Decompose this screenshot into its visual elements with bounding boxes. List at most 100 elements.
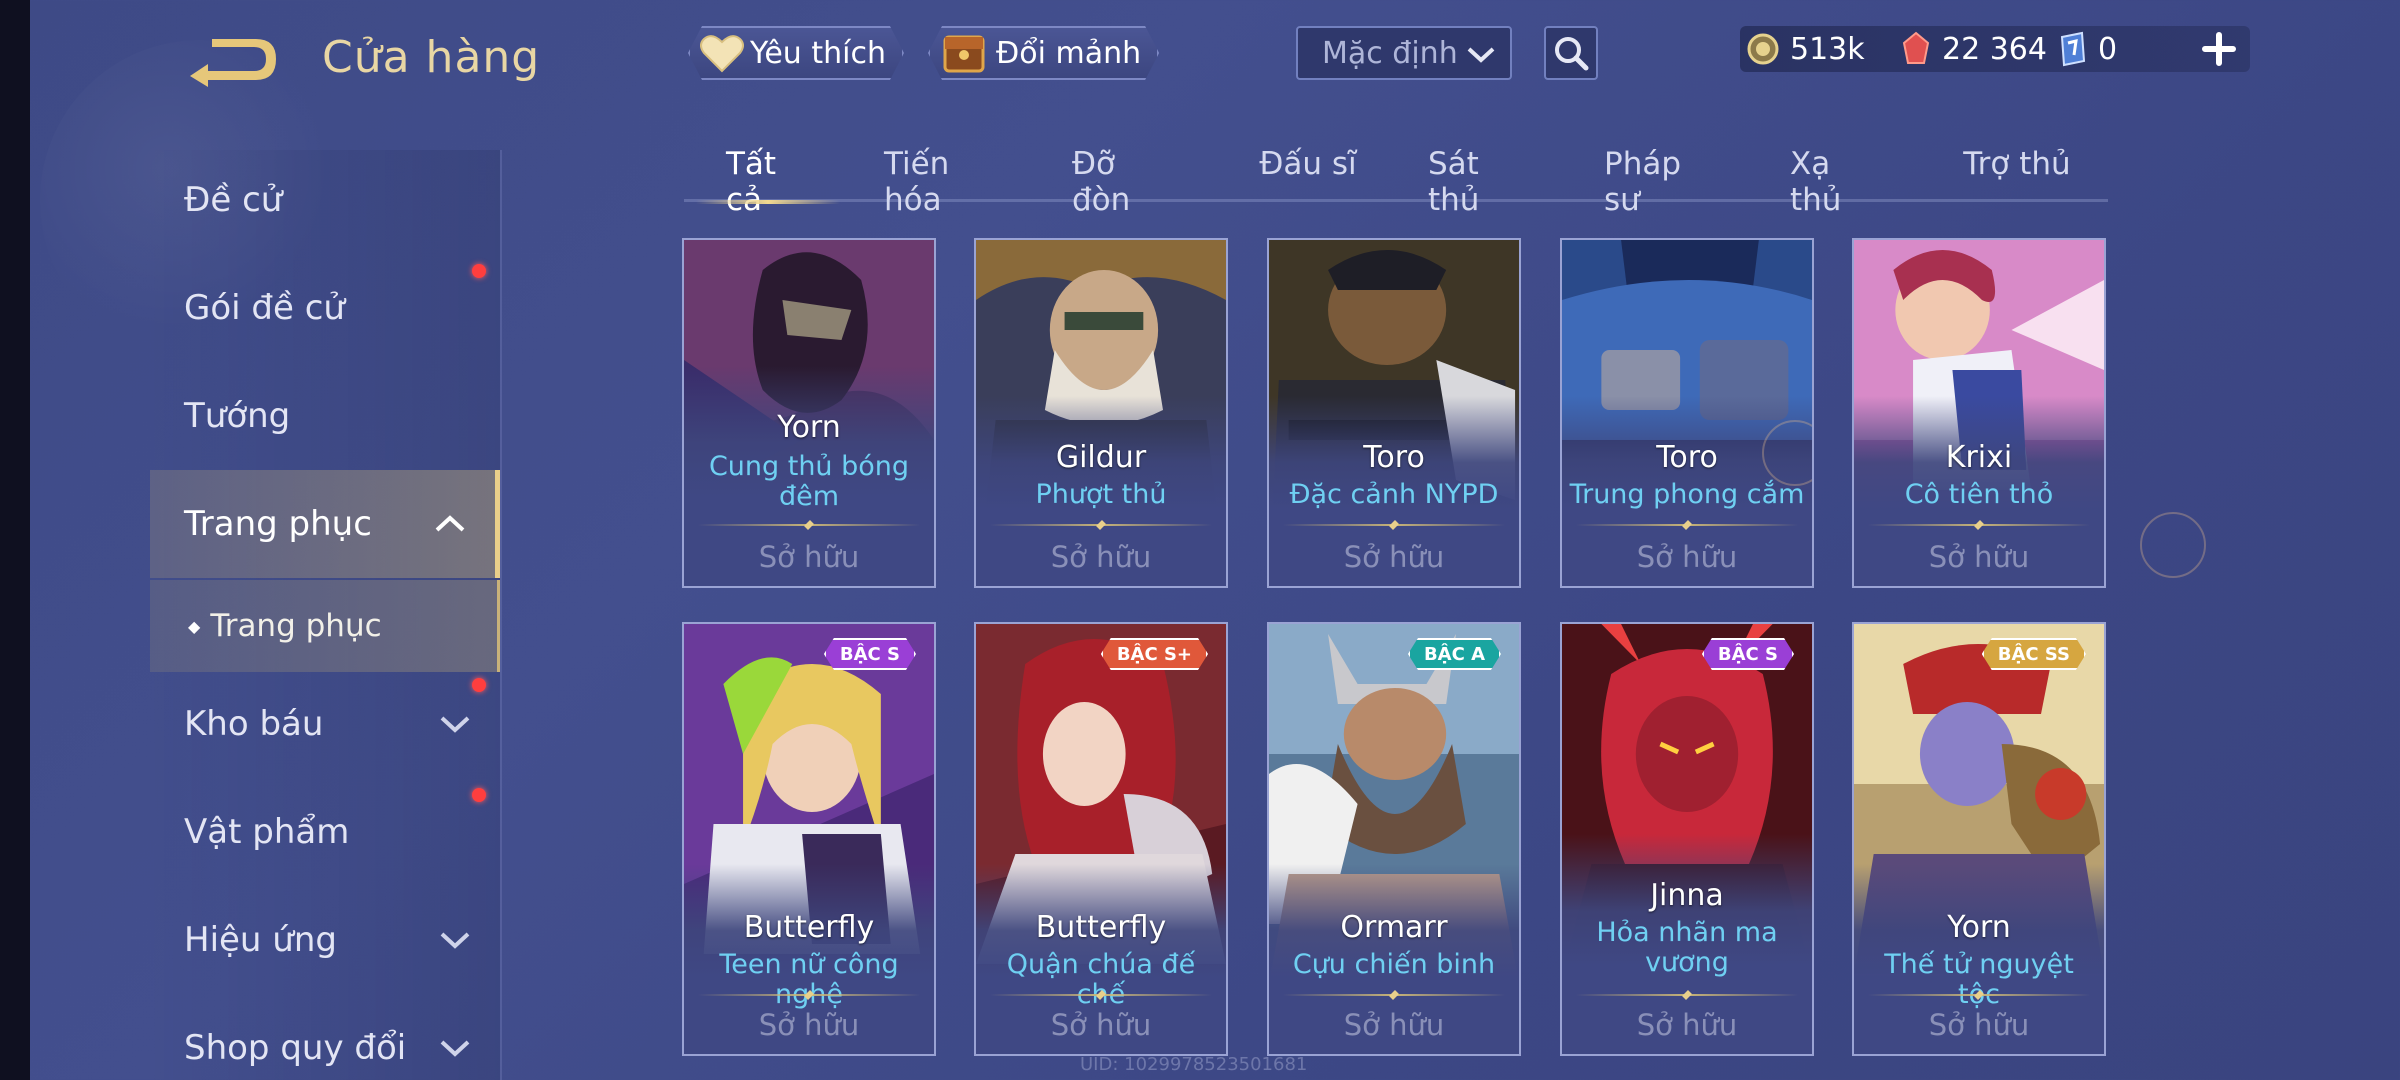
skin-name: Phượt thủ <box>1035 479 1167 510</box>
red-gem-icon <box>1902 31 1930 64</box>
hero-name: Yorn <box>777 410 841 445</box>
sidebar-item-effects[interactable]: Hiệu ứng <box>150 886 500 994</box>
sidebar-item-label: Tướng <box>184 396 291 436</box>
tab-warrior[interactable]: Đấu sĩ <box>1258 146 1358 202</box>
skin-card[interactable]: Yorn Cung thủ bóng đêm Sở hữu <box>682 238 936 588</box>
skin-name: Cung thủ bóng đêm <box>708 451 910 512</box>
exchange-fragments-button[interactable]: Đổi mảnh <box>928 26 1159 80</box>
tab-marksman[interactable]: Xạ thủ <box>1790 146 1890 218</box>
card-divider <box>698 994 920 996</box>
sidebar-item-label: Gói đề cử <box>184 288 345 328</box>
voucher-counter: 22 364 <box>1900 26 2047 72</box>
tier-badge: BẬC S+ <box>1101 638 1208 670</box>
favorite-label: Yêu thích <box>750 35 886 71</box>
sidebar-item-heroes[interactable]: Tướng <box>150 362 500 470</box>
owned-status: Sở hữu <box>1343 540 1445 574</box>
owned-status: Sở hữu <box>1636 540 1738 574</box>
owned-status: Sở hữu <box>1050 1008 1152 1042</box>
card-divider <box>1868 994 2090 996</box>
skin-name: Cựu chiến binh <box>1292 949 1496 980</box>
card-divider <box>1868 524 2090 526</box>
notification-dot <box>472 678 486 692</box>
gold-coin-icon <box>1747 33 1779 65</box>
skin-card[interactable]: BẬC S Butterfly Teen nữ công nghệ Sở hữu <box>682 622 936 1056</box>
owned-status: Sở hữu <box>1928 540 2030 574</box>
favorite-button[interactable]: Yêu thích <box>688 26 904 80</box>
hero-name: Krixi <box>1945 440 2013 475</box>
card-divider <box>990 994 1212 996</box>
tab-evolution[interactable]: Tiến hóa <box>884 146 1014 218</box>
skin-card[interactable]: BẬC A Ormarr Cựu chiến binh Sở hữu <box>1267 622 1521 1056</box>
sidebar-subitem-skins[interactable]: ◆ Trang phục <box>150 580 500 672</box>
hero-name: Butterfly <box>1035 910 1167 945</box>
skin-card[interactable]: Krixi Cô tiên thỏ Sở hữu <box>1852 238 2106 588</box>
owned-status: Sở hữu <box>1050 540 1152 574</box>
skin-card[interactable]: BẬC SS Yorn Thế tử nguyệt tộc Sở hữu <box>1852 622 2106 1056</box>
user-id: UID: 1029978523501681 <box>1080 1054 1308 1075</box>
owned-status: Sở hữu <box>1636 1008 1738 1042</box>
card-divider <box>1576 524 1798 526</box>
card-divider <box>1283 994 1505 996</box>
tier-badge: BẬC A <box>1408 638 1501 670</box>
gold-amount: 513k <box>1790 31 1865 67</box>
tab-assassin[interactable]: Sát thủ <box>1428 146 1538 218</box>
hero-name: Yorn <box>1947 910 2011 945</box>
sidebar-item-treasure[interactable]: Kho báu <box>150 670 500 778</box>
tab-support[interactable]: Trợ thủ <box>1962 146 2072 202</box>
skin-card[interactable]: Toro Trung phong cắm Sở hữu <box>1560 238 1814 588</box>
search-icon <box>1555 37 1589 71</box>
tab-tank[interactable]: Đỡ đòn <box>1072 146 1182 218</box>
tier-badge: BẬC S <box>824 638 916 670</box>
skin-name: Hỏa nhãn ma vương <box>1596 917 1778 978</box>
skin-card[interactable]: Gildur Phượt thủ Sở hữu <box>974 238 1228 588</box>
hero-name: Toro <box>1363 440 1425 475</box>
card-divider <box>698 524 920 526</box>
owned-status: Sở hữu <box>1343 1008 1445 1042</box>
skin-card[interactable]: BẬC S Jinna Hỏa nhãn ma vương Sở hữu <box>1560 622 1814 1056</box>
sidebar-item-exchange-shop[interactable]: Shop quy đổi <box>150 994 500 1080</box>
chevron-down-icon <box>440 932 470 949</box>
tab-label: Trợ thủ <box>1963 146 2071 182</box>
tab-all[interactable]: Tất cả <box>696 146 840 218</box>
sidebar-item-skins[interactable]: Trang phục <box>150 470 500 578</box>
owned-status: Sở hữu <box>758 1008 860 1042</box>
hero-name: Ormarr <box>1340 910 1448 945</box>
screen-edge <box>0 0 30 1080</box>
tab-label: Tiến hóa <box>884 146 950 218</box>
sidebar-item-recommended-packs[interactable]: Gói đề cử <box>150 254 500 362</box>
chevron-down-icon <box>440 716 470 733</box>
skin-card[interactable]: Toro Đặc cảnh NYPD Sở hữu <box>1267 238 1521 588</box>
tier-badge: BẬC S <box>1702 638 1794 670</box>
voucher-amount: 22 364 <box>1942 31 2047 67</box>
sidebar-item-label: Đề cử <box>184 180 283 220</box>
page-title: Cửa hàng <box>322 32 541 83</box>
plus-icon <box>2202 32 2236 66</box>
back-arrow-icon <box>190 39 276 87</box>
tab-mage[interactable]: Pháp sư <box>1604 146 1720 218</box>
card-divider <box>1576 994 1798 996</box>
exchange-fragments-label: Đổi mảnh <box>996 35 1142 71</box>
skin-name: Cô tiên thỏ <box>1904 479 2054 510</box>
search-button[interactable] <box>1544 26 1598 80</box>
owned-status: Sở hữu <box>758 540 860 574</box>
skin-name: Đặc cảnh NYPD <box>1289 479 1499 510</box>
chevron-down-icon <box>1467 47 1495 63</box>
gold-counter: 513k <box>1746 26 1865 72</box>
skin-card[interactable]: BẬC S+ Butterfly Quận chúa đế chế Sở hữu <box>974 622 1228 1056</box>
tab-label: Đấu sĩ <box>1259 146 1357 182</box>
tab-label: Đỡ đòn <box>1072 146 1131 218</box>
hero-name: Toro <box>1656 440 1718 475</box>
back-button[interactable] <box>182 30 282 90</box>
skin-name: Trung phong cắm <box>1569 479 1805 510</box>
sort-dropdown[interactable]: Mặc định <box>1296 26 1512 80</box>
sidebar-item-label: Trang phục <box>184 504 372 544</box>
sidebar-item-label: Shop quy đổi <box>184 1028 407 1068</box>
sidebar-item-label: Kho báu <box>184 704 324 744</box>
sidebar-item-recommended[interactable]: Đề cử <box>150 146 500 254</box>
notification-dot <box>472 264 486 278</box>
sidebar-item-items[interactable]: Vật phẩm <box>150 778 500 886</box>
add-currency-button[interactable] <box>2196 26 2242 72</box>
chevron-up-icon <box>435 515 465 532</box>
sidebar-item-label: Vật phẩm <box>184 812 350 852</box>
hero-name: Jinna <box>1650 878 1724 913</box>
